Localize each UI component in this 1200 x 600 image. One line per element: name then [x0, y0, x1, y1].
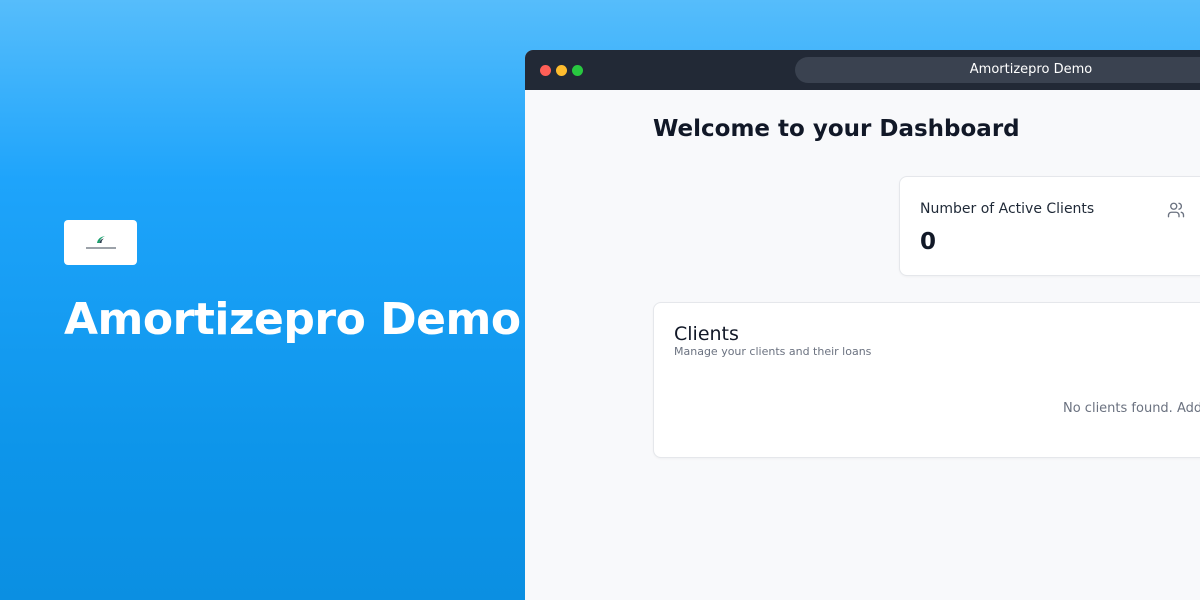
brand-logo: [64, 220, 137, 265]
maximize-window-button[interactable]: [572, 65, 583, 76]
hero-title: Amortizepro Demo: [64, 294, 521, 345]
address-bar[interactable]: Amortizepro Demo: [795, 57, 1200, 83]
minimize-window-button[interactable]: [556, 65, 567, 76]
clients-section-subtitle: Manage your clients and their loans: [674, 345, 872, 358]
logo-swoosh-icon: [85, 235, 116, 249]
active-clients-count: 0: [920, 229, 937, 255]
window-titlebar: Amortizepro Demo: [525, 50, 1200, 90]
clients-section-title: Clients: [674, 323, 739, 345]
clients-empty-message: No clients found. Add y: [1063, 401, 1200, 416]
close-window-button[interactable]: [540, 65, 551, 76]
active-clients-label: Number of Active Clients: [920, 201, 1095, 217]
dashboard-content: Welcome to your Dashboard Number of Acti…: [525, 90, 1200, 600]
hero-panel: Amortizepro Demo: [0, 0, 525, 600]
clients-card: Clients Manage your clients and their lo…: [653, 302, 1200, 458]
browser-window: Amortizepro Demo Welcome to your Dashboa…: [525, 50, 1200, 600]
users-icon: [1167, 202, 1185, 218]
active-clients-card: Number of Active Clients 0: [899, 176, 1200, 276]
page-title: Welcome to your Dashboard: [653, 116, 1020, 142]
address-bar-title: Amortizepro Demo: [969, 62, 1093, 77]
